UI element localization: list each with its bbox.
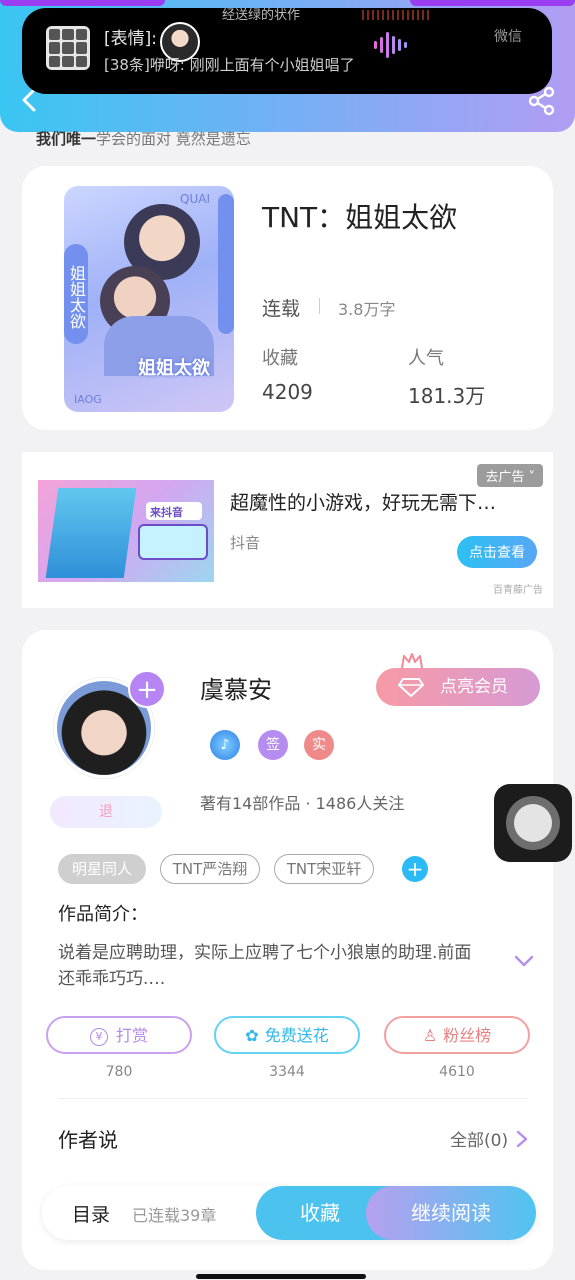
book-subtitle: 我们唯一学会的面对 竟然是遗忘 xyxy=(36,128,251,149)
fan-count: 4610 xyxy=(439,1064,475,1080)
chapter-count: 已连载39章 xyxy=(132,1206,217,1225)
ad-image-text: 来抖音 xyxy=(150,506,183,519)
popularity-value: 181.3万 xyxy=(408,384,486,408)
intro-label: 作品简介： xyxy=(58,904,148,925)
subtitle-bold: 我们唯一 xyxy=(36,130,97,148)
section-divider xyxy=(58,1098,528,1099)
fan-rank-label: 粉丝榜 xyxy=(443,1026,492,1045)
coin-icon: ¥ xyxy=(89,1027,108,1046)
assistive-touch-core xyxy=(514,804,552,842)
cover-mark-top: QUAI xyxy=(180,192,210,206)
message-notification[interactable]: 经送绿的状作 [表情]: [38条]咿呀: 刚刚上面有个小姐姐唱了 微信 xyxy=(22,8,552,94)
bottom-action-bar: 目录 已连载39章 收藏 继续阅读 xyxy=(42,1186,536,1240)
tip-count: 780 xyxy=(105,1064,133,1080)
fan-user-icon: ♙ xyxy=(422,1026,438,1045)
author-says-title: 作者说 xyxy=(58,1128,118,1152)
voice-wave-icon xyxy=(374,32,407,58)
ad-image-textbox xyxy=(138,524,208,560)
tag-chip[interactable]: TNT宋亚轩 xyxy=(274,854,374,884)
popularity-label: 人气 xyxy=(408,348,444,369)
cover-side-title: 姐姐太欲 xyxy=(64,244,88,344)
ad-title: 超魔性的小游戏，好玩无需下… xyxy=(230,492,497,514)
signed-medal: 签 xyxy=(258,730,288,760)
author-card: + 退 虞慕安 点亮会员 ♪ 签 实 著有14部作品 · 1486人关注 明星同… xyxy=(22,630,553,1270)
book-cover[interactable]: 姐姐太欲 QUAI 姐姐太欲 IAOG xyxy=(64,186,234,412)
notification-ghost-waveform xyxy=(362,10,432,20)
cover-mark-bottom: IAOG xyxy=(74,393,102,406)
notification-title: [表情]: xyxy=(104,29,157,49)
flower-icon: ✿ xyxy=(245,1026,259,1045)
notification-message: [38条]咿呀: 刚刚上面有个小姐姐唱了 xyxy=(104,56,355,74)
ad-image[interactable]: 来抖音 xyxy=(38,480,214,582)
ad-view-button[interactable]: 点击查看 xyxy=(457,536,537,568)
favorites-value: 4209 xyxy=(262,380,313,404)
status-accent-right xyxy=(410,0,575,6)
home-indicator xyxy=(196,1274,366,1279)
group-avatar xyxy=(46,26,90,70)
ad-source: 抖音 xyxy=(230,534,261,552)
retire-badge: 退 xyxy=(50,796,162,828)
add-tag-button[interactable]: + xyxy=(402,856,428,882)
follow-plus-button[interactable]: + xyxy=(128,670,166,708)
chevron-right-icon[interactable] xyxy=(516,1130,528,1148)
tip-button[interactable]: ¥ 打赏 xyxy=(46,1016,192,1054)
assistive-touch-button[interactable] xyxy=(494,784,572,862)
status-accent-left xyxy=(0,0,165,6)
subtitle-rest: 学会的面对 竟然是遗忘 xyxy=(96,130,251,148)
notification-ghost-text: 经送绿的状作 xyxy=(222,8,301,23)
status-divider xyxy=(319,298,320,314)
flower-count: 3344 xyxy=(269,1064,305,1080)
send-flower-button[interactable]: ✿ 免费送花 xyxy=(214,1016,360,1054)
book-title: TNT：姐姐太欲 xyxy=(262,201,458,234)
toc-button[interactable]: 目录 xyxy=(72,1200,110,1227)
verified-medal: 实 xyxy=(304,730,334,760)
notification-app-name: 微信 xyxy=(494,29,522,45)
crown-icon xyxy=(401,653,423,669)
music-medal-icon: ♪ xyxy=(210,730,240,760)
send-flower-label: 免费送花 xyxy=(264,1026,329,1045)
tip-label: 打赏 xyxy=(115,1026,148,1045)
author-name[interactable]: 虞慕安 xyxy=(200,670,272,705)
book-info-card: 姐姐太欲 QUAI 姐姐太欲 IAOG TNT：姐姐太欲 连载 3.8万字 收藏… xyxy=(22,166,553,430)
intro-text[interactable]: 说着是应聘助理，实际上应聘了七个小狼崽的助理.前面还乖乖巧巧.… xyxy=(58,940,488,992)
diamond-icon xyxy=(398,678,424,697)
favorites-label: 收藏 xyxy=(262,348,298,369)
tag-chip[interactable]: 明星同人 xyxy=(58,854,146,884)
cover-title: 姐姐太欲 xyxy=(138,358,210,379)
remove-ad-button[interactable]: 去广告 ˅ xyxy=(477,464,543,487)
ad-game-scene xyxy=(45,488,137,578)
cover-side-strip xyxy=(218,194,234,334)
word-count: 3.8万字 xyxy=(338,300,396,319)
continue-reading-button[interactable]: 继续阅读 xyxy=(366,1186,536,1240)
ad-card[interactable]: 来抖音 去广告 ˅ 超魔性的小游戏，好玩无需下… 抖音 点击查看 百青藤广告 xyxy=(22,452,553,608)
book-status: 连载 xyxy=(262,298,301,320)
author-says-all-link[interactable]: 全部(0) xyxy=(450,1126,508,1151)
author-stats: 著有14部作品 · 1486人关注 xyxy=(200,794,405,813)
ad-provider: 百青藤广告 xyxy=(493,585,543,596)
tag-chip[interactable]: TNT严浩翔 xyxy=(160,854,260,884)
fan-rank-button[interactable]: ♙ 粉丝榜 xyxy=(384,1016,530,1054)
vip-button-label: 点亮会员 xyxy=(440,677,508,697)
vip-button[interactable]: 点亮会员 xyxy=(376,653,540,706)
chevron-down-icon[interactable] xyxy=(514,954,534,968)
